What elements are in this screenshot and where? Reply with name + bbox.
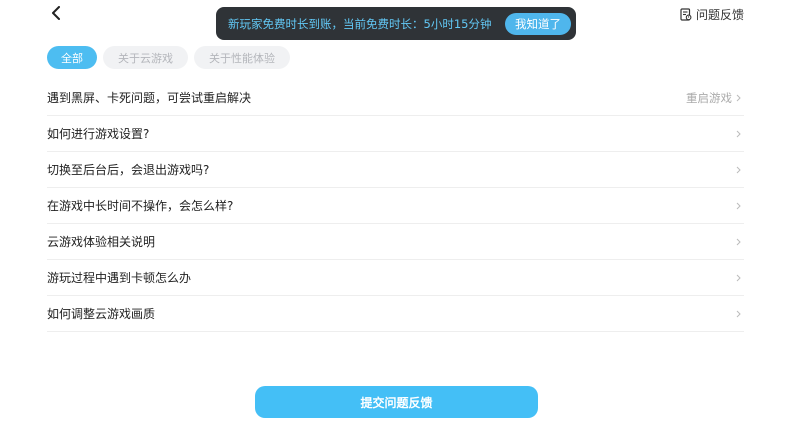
chevron-right-icon — [734, 165, 742, 175]
category-tabs: 全部 关于云游戏 关于性能体验 — [47, 46, 296, 69]
feedback-label: 问题反馈 — [695, 7, 744, 22]
faq-item-background[interactable]: 切换至后台后，会退出游戏吗? — [47, 152, 744, 188]
faq-item-label: 游玩过程中遇到卡顿怎么办 — [47, 271, 192, 285]
faq-item-label: 云游戏体验相关说明 — [47, 235, 156, 249]
chevron-right-icon — [734, 309, 742, 319]
toast-message: 新玩家免费时长到账，当前免费时长：5小时15分钟 — [228, 16, 492, 31]
faq-item-restart[interactable]: 遇到黑屏、卡死问题，可尝试重启解决 重启游戏 — [47, 80, 744, 116]
back-button[interactable] — [46, 2, 66, 24]
faq-item-idle[interactable]: 在游戏中长时间不操作，会怎么样? — [47, 188, 744, 224]
tab-all[interactable]: 全部 — [47, 46, 97, 69]
chevron-right-icon — [734, 93, 742, 103]
submit-feedback-button[interactable]: 提交问题反馈 — [255, 386, 538, 418]
restart-game-link[interactable]: 重启游戏 — [686, 90, 732, 106]
tab-about-cloud-gaming[interactable]: 关于云游戏 — [103, 46, 188, 69]
faq-item-label: 遇到黑屏、卡死问题，可尝试重启解决 — [47, 91, 252, 105]
chevron-right-icon — [734, 237, 742, 247]
free-time-toast: 新玩家免费时长到账，当前免费时长：5小时15分钟 我知道了 — [216, 7, 576, 40]
faq-item-label: 切换至后台后，会退出游戏吗? — [47, 163, 210, 177]
faq-list: 遇到黑屏、卡死问题，可尝试重启解决 重启游戏 如何进行游戏设置? 切换至后台后，… — [47, 80, 744, 332]
faq-item-quality[interactable]: 如何调整云游戏画质 — [47, 296, 744, 332]
toast-confirm-button[interactable]: 我知道了 — [505, 12, 571, 35]
chevron-right-icon — [734, 273, 742, 283]
faq-item-label: 在游戏中长时间不操作，会怎么样? — [47, 199, 234, 213]
chevron-right-icon — [734, 129, 742, 139]
faq-item-label: 如何进行游戏设置? — [47, 127, 150, 141]
tab-about-performance[interactable]: 关于性能体验 — [194, 46, 290, 69]
feedback-doc-icon — [680, 7, 692, 21]
faq-item-game-settings[interactable]: 如何进行游戏设置? — [47, 116, 744, 152]
chevron-right-icon — [734, 201, 742, 211]
faq-item-experience-notes[interactable]: 云游戏体验相关说明 — [47, 224, 744, 260]
faq-item-lag[interactable]: 游玩过程中遇到卡顿怎么办 — [47, 260, 744, 296]
feedback-link[interactable]: 问题反馈 — [680, 5, 744, 23]
faq-item-label: 如何调整云游戏画质 — [47, 307, 156, 321]
chevron-left-icon — [52, 6, 60, 20]
